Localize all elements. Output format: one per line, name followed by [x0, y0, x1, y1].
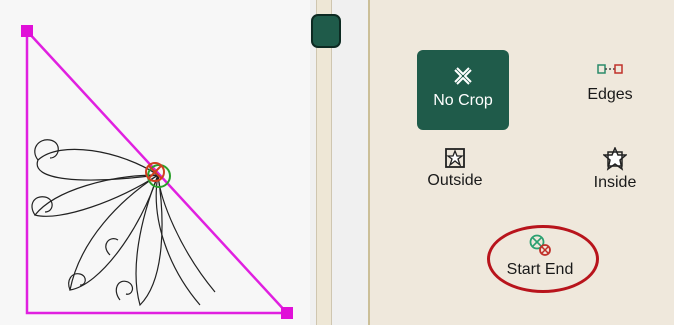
- start-end-label: Start End: [506, 261, 574, 278]
- inside-label: Inside: [593, 174, 637, 191]
- start-end-icon: [527, 232, 553, 258]
- edges-label: Edges: [587, 86, 633, 103]
- inside-button[interactable]: Inside: [580, 147, 650, 192]
- vertical-slider-track[interactable]: [316, 0, 332, 325]
- start-end-button[interactable]: Start End: [490, 232, 590, 279]
- crop-options-panel: No Crop Edges Outside Inside Start End: [370, 0, 674, 325]
- vertical-slider-thumb[interactable]: [311, 14, 341, 48]
- quilt-design-preview: [21, 25, 293, 319]
- corner-handle-bottom-right[interactable]: [281, 307, 293, 319]
- no-crop-button[interactable]: No Crop: [417, 50, 509, 130]
- edges-icon: [596, 62, 624, 76]
- feather-motif: [31, 139, 216, 307]
- outside-label: Outside: [427, 172, 483, 189]
- no-crop-label: No Crop: [433, 92, 493, 109]
- inside-icon: [603, 147, 627, 171]
- design-canvas[interactable]: [0, 0, 311, 325]
- corner-handle-top[interactable]: [21, 25, 33, 37]
- edges-button[interactable]: Edges: [575, 62, 645, 104]
- outside-button[interactable]: Outside: [415, 147, 495, 190]
- outside-icon: [444, 147, 466, 169]
- no-crop-icon: [451, 64, 475, 88]
